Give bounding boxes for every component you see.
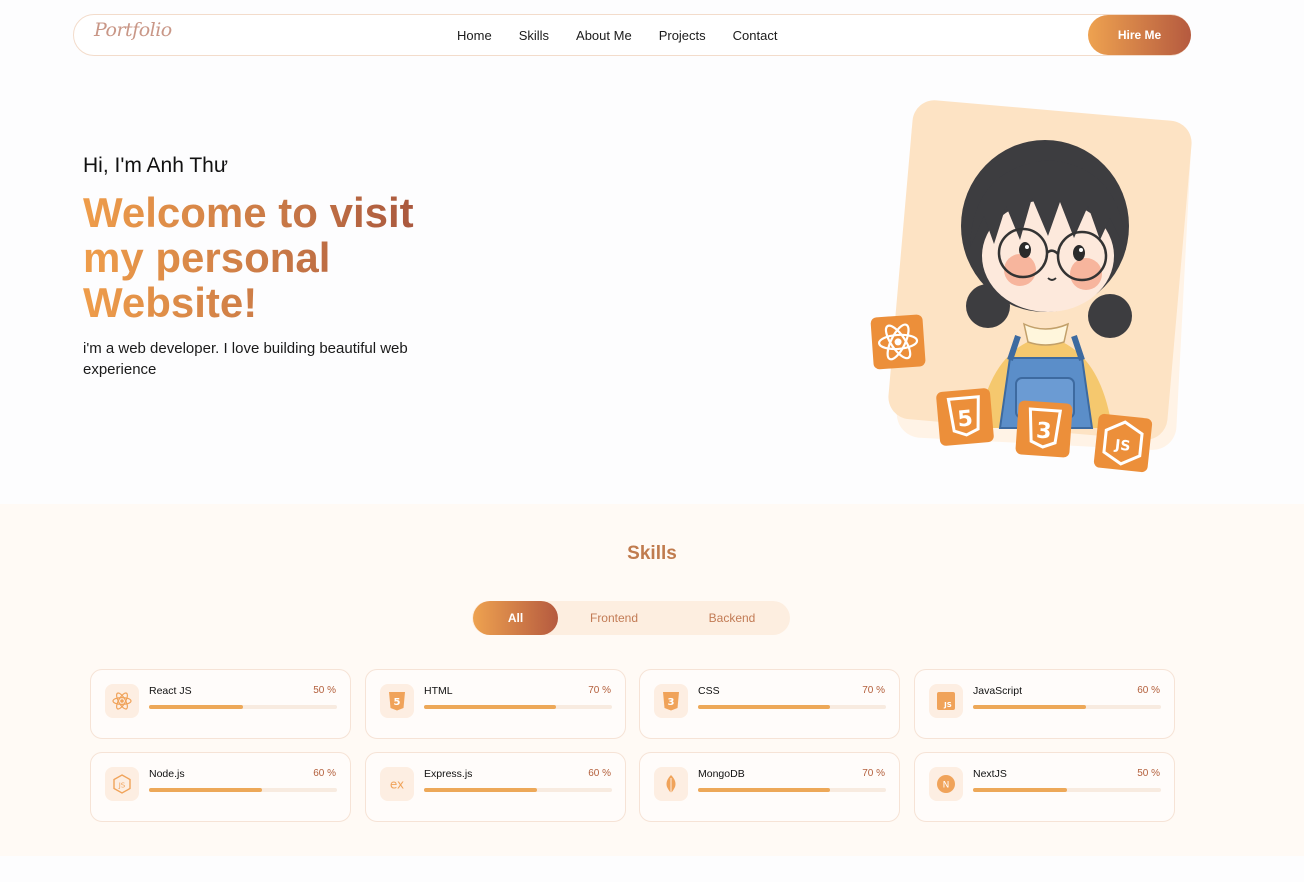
express-icon: ex xyxy=(380,767,414,801)
hero-illustration: 5 3 JS xyxy=(860,98,1205,483)
skill-progress-fill xyxy=(424,788,537,792)
skill-progress-track xyxy=(149,705,337,709)
hero-intro: i'm a web developer. I love building bea… xyxy=(83,340,408,378)
skill-percent: 60 % xyxy=(313,768,336,779)
css3-icon: 3 xyxy=(654,684,688,718)
skill-progress-track xyxy=(973,788,1161,792)
skill-percent: 60 % xyxy=(1137,685,1160,696)
skill-card-react[interactable]: React JS 50 % xyxy=(90,669,351,739)
skill-card-html[interactable]: 5 HTML 70 % xyxy=(365,669,626,739)
skill-progress-fill xyxy=(149,705,243,709)
skill-card-express[interactable]: ex Express.js 60 % xyxy=(365,752,626,822)
nav-link-contact[interactable]: Contact xyxy=(733,28,778,43)
hero-headline: Welcome to visit my personal Website! xyxy=(83,190,463,325)
skills-title: Skills xyxy=(627,543,677,564)
skill-name: Node.js xyxy=(149,768,185,780)
skill-percent: 70 % xyxy=(588,685,611,696)
skill-progress-track xyxy=(424,705,612,709)
nodejs-icon: JS xyxy=(105,767,139,801)
filter-tab-all[interactable]: All xyxy=(473,601,558,635)
nav-link-projects[interactable]: Projects xyxy=(659,28,706,43)
filter-tab-backend[interactable]: Backend xyxy=(687,601,777,635)
skill-progress-track xyxy=(973,705,1161,709)
skill-progress-fill xyxy=(424,705,556,709)
skill-card-mongodb[interactable]: MongoDB 70 % xyxy=(639,752,900,822)
svg-text:3: 3 xyxy=(668,697,675,708)
navbar: Portfolio Home Skills About Me Projects … xyxy=(73,14,1191,56)
skill-card-css[interactable]: 3 CSS 70 % xyxy=(639,669,900,739)
skill-name: MongoDB xyxy=(698,768,745,780)
portfolio-page: Portfolio Home Skills About Me Projects … xyxy=(0,0,1304,882)
skill-name: JavaScript xyxy=(973,685,1023,697)
react-icon xyxy=(105,684,139,718)
skills-section: Skills All Frontend Backend React JS 50 … xyxy=(0,504,1304,856)
svg-text:5: 5 xyxy=(957,406,974,432)
svg-text:5: 5 xyxy=(394,697,401,708)
html5-icon: 5 xyxy=(380,684,414,718)
skill-progress-fill xyxy=(973,705,1086,709)
skill-name: React JS xyxy=(149,685,192,697)
skill-name: Express.js xyxy=(424,768,473,780)
skill-card-nextjs[interactable]: N NextJS 50 % xyxy=(914,752,1175,822)
javascript-icon: JS xyxy=(929,684,963,718)
skill-progress-track xyxy=(424,788,612,792)
svg-text:ex: ex xyxy=(390,778,404,792)
css3-badge-icon: 3 xyxy=(1015,400,1073,458)
hire-me-button[interactable]: Hire Me xyxy=(1088,15,1191,55)
nextjs-icon: N xyxy=(929,767,963,801)
skill-name: CSS xyxy=(698,685,720,697)
html5-badge-icon: 5 xyxy=(936,388,994,446)
svg-text:3: 3 xyxy=(1035,418,1052,444)
skill-progress-fill xyxy=(698,788,830,792)
skills-filter-tabs: All Frontend Backend xyxy=(472,601,790,635)
skill-progress-fill xyxy=(149,788,262,792)
react-badge-icon xyxy=(870,314,926,370)
skill-progress-track xyxy=(698,788,886,792)
nav-link-about-me[interactable]: About Me xyxy=(576,28,632,43)
nav-link-home[interactable]: Home xyxy=(457,28,492,43)
svg-text:JS: JS xyxy=(943,701,952,709)
skill-progress-track xyxy=(149,788,337,792)
skill-card-javascript[interactable]: JS JavaScript 60 % xyxy=(914,669,1175,739)
skill-name: NextJS xyxy=(973,768,1007,780)
skill-percent: 60 % xyxy=(588,768,611,779)
nav-link-skills[interactable]: Skills xyxy=(519,28,549,43)
skill-card-nodejs[interactable]: JS Node.js 60 % xyxy=(90,752,351,822)
skill-percent: 50 % xyxy=(313,685,336,696)
skill-percent: 70 % xyxy=(862,685,885,696)
mongodb-icon xyxy=(654,767,688,801)
svg-text:JS: JS xyxy=(118,782,126,790)
skill-name: HTML xyxy=(424,685,453,697)
filter-tab-frontend[interactable]: Frontend xyxy=(572,601,656,635)
skill-progress-fill xyxy=(698,705,830,709)
skill-percent: 50 % xyxy=(1137,768,1160,779)
skill-percent: 70 % xyxy=(862,768,885,779)
svg-text:N: N xyxy=(943,781,950,791)
nodejs-badge-icon: JS xyxy=(1093,413,1153,473)
skill-progress-track xyxy=(698,705,886,709)
skill-progress-fill xyxy=(973,788,1067,792)
svg-text:JS: JS xyxy=(1113,437,1131,455)
site-logo[interactable]: Portfolio xyxy=(94,19,172,41)
nav-menu: Home Skills About Me Projects Contact xyxy=(457,15,777,55)
hero-greeting: Hi, I'm Anh Thư xyxy=(83,154,228,177)
